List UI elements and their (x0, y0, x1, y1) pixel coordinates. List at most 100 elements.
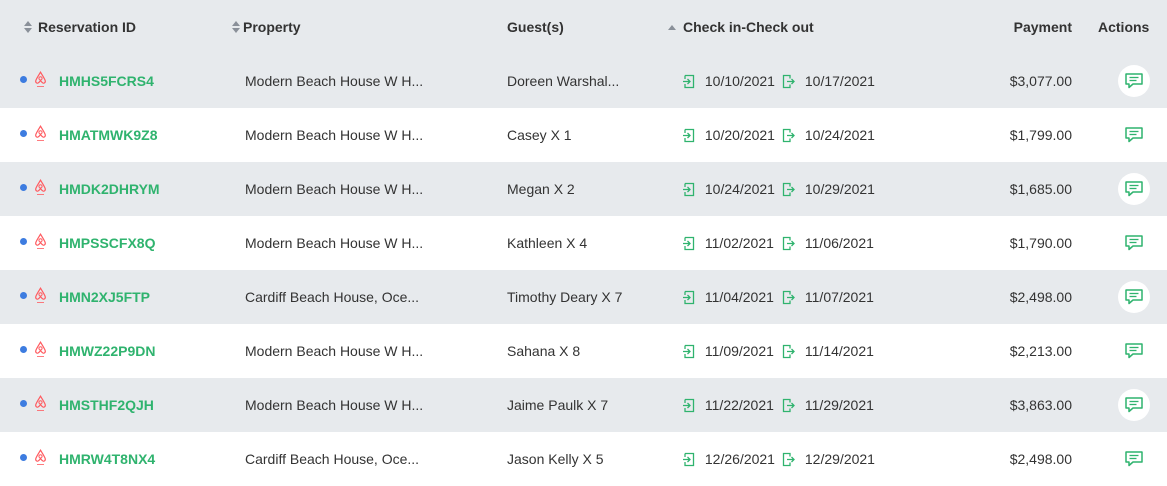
sort-ascending-icon[interactable] (668, 25, 676, 31)
checkout-date: 11/29/2021 (804, 397, 874, 413)
status-dot-icon (20, 346, 27, 353)
checkout-icon (782, 127, 795, 143)
airbnb-icon (34, 340, 47, 359)
table-row[interactable]: HMHS5FCRS4 Modern Beach House W H... Dor… (0, 54, 1167, 108)
reservation-id-link[interactable]: HMDK2DHRYM (59, 162, 160, 216)
status-dot-icon (20, 292, 27, 299)
reservations-table: Reservation ID Property Guest(s) Check i… (0, 0, 1167, 482)
status-dot-icon (20, 400, 27, 407)
checkin-icon (682, 451, 695, 467)
reservation-id-link[interactable]: HMSTHF2QJH (59, 378, 154, 432)
checkout-date: 10/29/2021 (804, 181, 875, 197)
guests-cell: Kathleen X 4 (507, 235, 588, 251)
payment-header-label: Payment (1013, 19, 1072, 35)
checkout-icon (782, 181, 795, 197)
table-header: Reservation ID Property Guest(s) Check i… (0, 0, 1167, 55)
checkout-date: 10/17/2021 (804, 73, 875, 89)
payment-cell: $2,498.00 (1009, 451, 1072, 467)
checkin-checkout-header-label: Check in-Check out (683, 19, 814, 35)
message-button[interactable] (1118, 389, 1150, 421)
checkin-date: 10/24/2021 (704, 181, 775, 197)
payment-cell: $2,498.00 (1009, 289, 1072, 305)
message-button[interactable] (1118, 119, 1150, 151)
guests-header-label: Guest(s) (507, 19, 564, 35)
message-button[interactable] (1118, 335, 1150, 367)
checkout-date: 11/07/2021 (804, 289, 874, 305)
status-dot-icon (20, 76, 27, 83)
checkout-icon (782, 451, 795, 467)
property-cell: Modern Beach House W H... (245, 397, 424, 413)
airbnb-icon (34, 286, 47, 305)
reservation-id-link[interactable]: HMN2XJ5FTP (59, 270, 150, 324)
payment-cell: $3,077.00 (1009, 73, 1072, 89)
table-row[interactable]: HMSTHF2QJH Modern Beach House W H... Jai… (0, 378, 1167, 432)
checkout-date: 11/14/2021 (804, 343, 874, 359)
checkout-icon (782, 289, 795, 305)
checkin-date: 11/04/2021 (704, 289, 774, 305)
message-button[interactable] (1118, 443, 1150, 475)
checkout-cell: 11/07/2021 (782, 270, 874, 324)
checkin-date: 12/26/2021 (704, 451, 775, 467)
checkin-icon (682, 397, 695, 413)
checkout-icon (782, 343, 795, 359)
airbnb-icon (34, 178, 47, 197)
checkin-icon (682, 343, 695, 359)
column-header-checkin-checkout[interactable]: Check in-Check out (668, 0, 814, 54)
sort-icon[interactable] (24, 21, 32, 33)
checkin-icon (682, 73, 695, 89)
checkin-cell: 10/10/2021 (682, 54, 775, 108)
column-header-property[interactable]: Property (232, 0, 301, 54)
message-button[interactable] (1118, 281, 1150, 313)
reservation-id-link[interactable]: HMWZ22P9DN (59, 324, 155, 378)
column-header-guests: Guest(s) (507, 0, 564, 54)
message-button[interactable] (1118, 227, 1150, 259)
checkin-icon (682, 127, 695, 143)
column-header-actions: Actions (1098, 0, 1149, 54)
checkin-cell: 11/04/2021 (682, 270, 774, 324)
checkin-date: 10/10/2021 (704, 73, 775, 89)
table-row[interactable]: HMN2XJ5FTP Cardiff Beach House, Oce... T… (0, 270, 1167, 324)
table-row[interactable]: HMDK2DHRYM Modern Beach House W H... Meg… (0, 162, 1167, 216)
checkout-cell: 10/29/2021 (782, 162, 875, 216)
table-row[interactable]: HMRW4T8NX4 Cardiff Beach House, Oce... J… (0, 432, 1167, 486)
checkin-date: 11/02/2021 (704, 235, 774, 251)
checkout-cell: 10/24/2021 (782, 108, 875, 162)
guests-cell: Jason Kelly X 5 (507, 451, 604, 467)
reservation-id-link[interactable]: HMATMWK9Z8 (59, 108, 158, 162)
checkout-cell: 10/17/2021 (782, 54, 875, 108)
checkout-cell: 12/29/2021 (782, 432, 875, 486)
checkout-cell: 11/14/2021 (782, 324, 874, 378)
property-cell: Modern Beach House W H... (245, 73, 424, 89)
table-row[interactable]: HMPSSCFX8Q Modern Beach House W H... Kat… (0, 216, 1167, 270)
message-button[interactable] (1118, 173, 1150, 205)
sort-icon[interactable] (232, 21, 240, 33)
checkin-date: 11/09/2021 (704, 343, 774, 359)
table-row[interactable]: HMATMWK9Z8 Modern Beach House W H... Cas… (0, 108, 1167, 162)
table-row[interactable]: HMWZ22P9DN Modern Beach House W H... Sah… (0, 324, 1167, 378)
status-dot-icon (20, 454, 27, 461)
property-cell: Cardiff Beach House, Oce... (245, 289, 420, 305)
column-header-reservation-id[interactable]: Reservation ID (24, 0, 136, 54)
property-cell: Modern Beach House W H... (245, 235, 424, 251)
checkin-cell: 10/24/2021 (682, 162, 775, 216)
message-button[interactable] (1118, 65, 1150, 97)
reservation-id-link[interactable]: HMRW4T8NX4 (59, 432, 155, 486)
payment-cell: $1,685.00 (1009, 181, 1072, 197)
payment-cell: $2,213.00 (1009, 343, 1072, 359)
airbnb-icon (34, 70, 47, 89)
payment-cell: $1,799.00 (1009, 127, 1072, 143)
guests-cell: Megan X 2 (507, 181, 575, 197)
property-cell: Modern Beach House W H... (245, 181, 424, 197)
airbnb-icon (34, 232, 47, 251)
checkout-date: 10/24/2021 (804, 127, 875, 143)
checkin-icon (682, 289, 695, 305)
reservation-id-link[interactable]: HMHS5FCRS4 (59, 54, 154, 108)
reservation-id-link[interactable]: HMPSSCFX8Q (59, 216, 155, 270)
status-dot-icon (20, 238, 27, 245)
airbnb-icon (34, 448, 47, 467)
checkout-cell: 11/06/2021 (782, 216, 874, 270)
checkout-date: 12/29/2021 (804, 451, 875, 467)
column-header-payment: Payment (1014, 0, 1072, 54)
status-dot-icon (20, 184, 27, 191)
airbnb-icon (34, 394, 47, 413)
